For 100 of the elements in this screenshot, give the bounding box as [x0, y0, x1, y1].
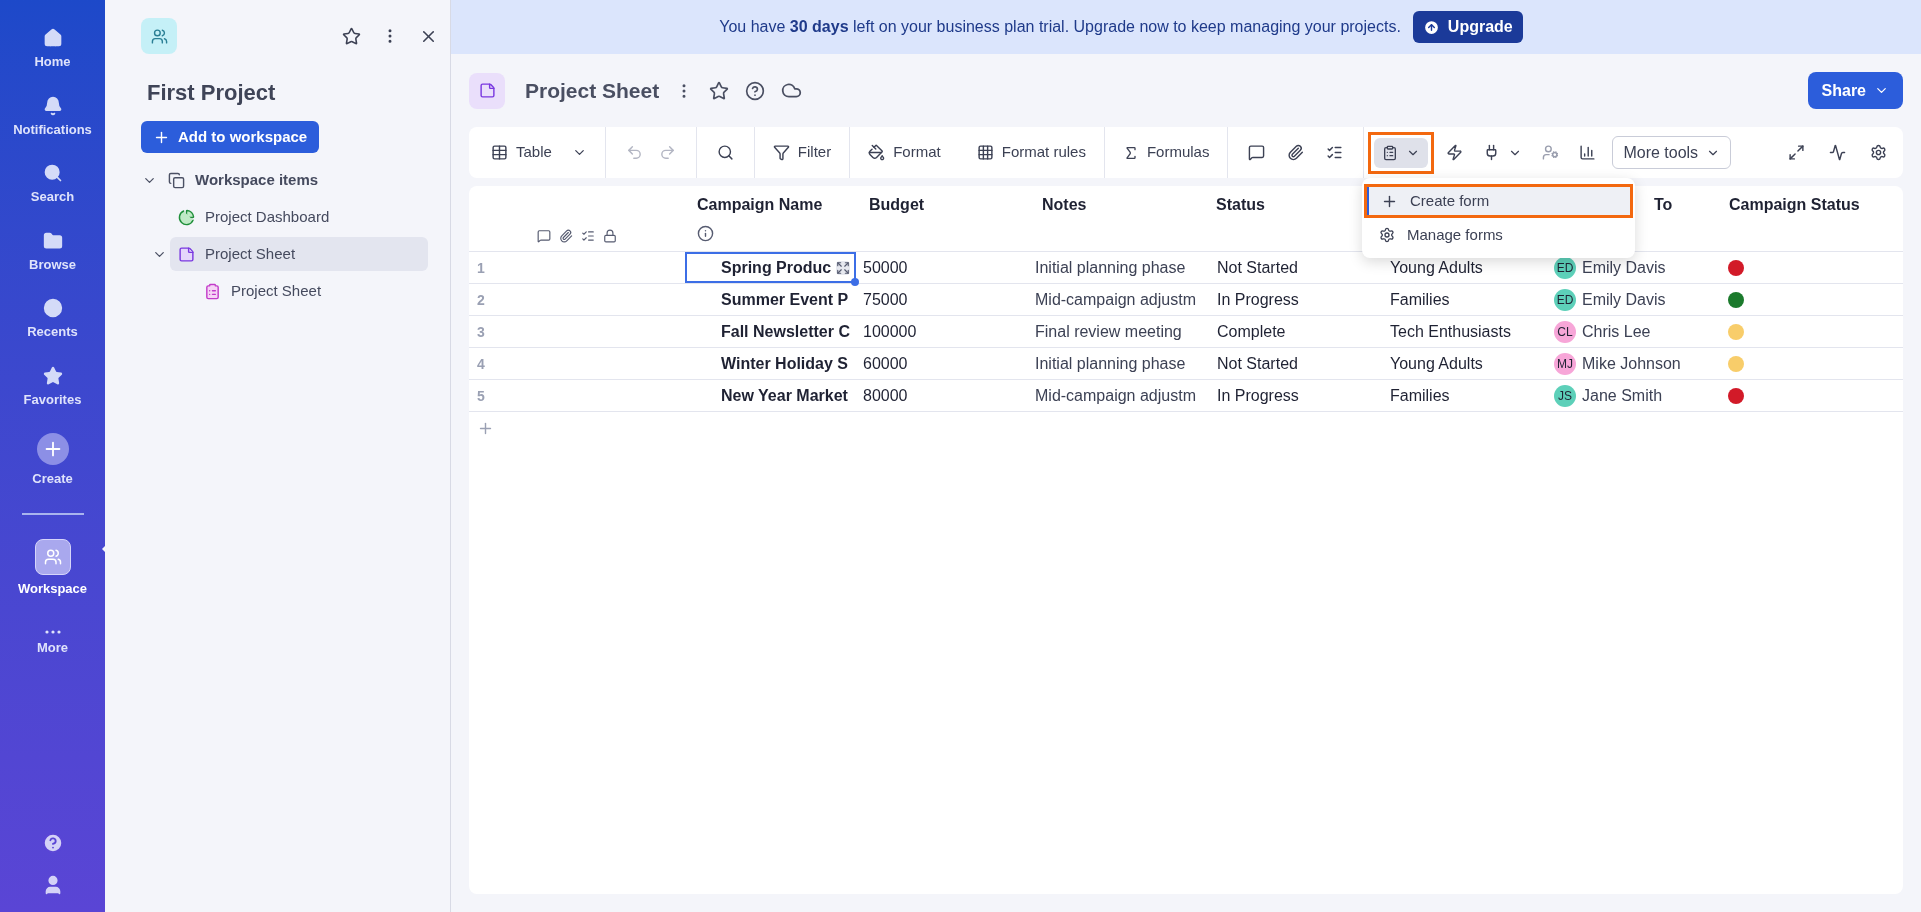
expand-icon[interactable]: [836, 261, 850, 275]
activity-icon[interactable]: [1829, 144, 1846, 161]
nav-item[interactable]: Browse: [4, 218, 101, 286]
sheet-icon: [469, 72, 505, 109]
clipboard-icon: [1382, 144, 1399, 161]
tree-item[interactable]: Project Sheet: [170, 237, 428, 271]
nav-item[interactable]: Create: [4, 421, 101, 501]
expand-icon[interactable]: [1788, 144, 1805, 161]
lightning-icon[interactable]: [1446, 144, 1464, 161]
table-cell: Mid-campaign adjustm: [1035, 290, 1196, 308]
paperclip-icon[interactable]: [1287, 144, 1305, 161]
info-icon[interactable]: [697, 225, 714, 242]
tree-item[interactable]: Project Dashboard: [170, 200, 428, 234]
table-cell[interactable]: New Year Market: [685, 380, 856, 411]
add-to-workspace-button[interactable]: Add to workspace: [141, 121, 320, 153]
column-header[interactable]: Status: [1216, 193, 1265, 217]
funnel-icon: [772, 144, 790, 161]
more-tools-dropdown[interactable]: More tools: [1612, 136, 1732, 169]
avatar: MJ: [1554, 352, 1576, 375]
share-button[interactable]: Share: [1807, 72, 1903, 109]
table-cell[interactable]: Summer Event P: [685, 284, 856, 315]
row-number: 4: [477, 355, 485, 372]
row-number: 5: [477, 387, 485, 404]
upgrade-button[interactable]: Upgrade: [1412, 11, 1523, 43]
pie-chart-icon: [178, 208, 195, 226]
comment-icon[interactable]: [1248, 144, 1266, 161]
format-button[interactable]: Format: [850, 135, 959, 170]
home-icon: [42, 28, 63, 48]
table-cell: 80000: [863, 386, 908, 404]
search-icon[interactable]: [716, 144, 734, 161]
plus-icon: [36, 433, 69, 465]
workspace-logo: [141, 18, 177, 54]
table-cell[interactable]: Winter Holiday S: [685, 348, 856, 379]
assignee-name: Mike Johnson: [1582, 353, 1681, 374]
paint-bucket-icon: [868, 144, 886, 161]
assignee-name: Chris Lee: [1582, 321, 1651, 342]
row-number: 2: [477, 291, 485, 308]
view-dropdown[interactable]: Table: [473, 135, 605, 170]
menu-item[interactable]: Create form: [1367, 187, 1630, 215]
table-icon: [491, 144, 508, 161]
nav-item[interactable]: Recents: [4, 286, 101, 354]
paperclip-icon: [559, 229, 573, 243]
table-cell: In Progress: [1217, 290, 1299, 308]
settings-icon[interactable]: [1870, 144, 1887, 161]
table-cell: Not Started: [1217, 354, 1298, 372]
help-icon[interactable]: [41, 832, 64, 854]
help-icon[interactable]: [745, 80, 766, 101]
table-cell[interactable]: Spring Produc: [685, 252, 856, 283]
nav-item[interactable]: Notifications: [4, 83, 101, 151]
sheet-title: Project Sheet: [525, 77, 660, 104]
row-number: 1: [477, 259, 485, 276]
table-cell: Not Started: [1217, 258, 1298, 276]
tree-item[interactable]: Project Sheet: [196, 274, 428, 308]
table-cell: Families: [1390, 290, 1450, 308]
avatar: CL: [1554, 320, 1576, 343]
avatar: ED: [1554, 256, 1576, 279]
project-title: First Project: [147, 79, 277, 107]
nav-item[interactable]: Favorites: [4, 353, 101, 421]
column-header[interactable]: Notes: [1042, 193, 1087, 217]
menu-item[interactable]: Manage forms: [1367, 221, 1630, 249]
nav-item[interactable]: More: [4, 610, 101, 678]
add-row-icon[interactable]: [477, 420, 494, 437]
star-icon[interactable]: [342, 26, 361, 46]
table-cell: In Progress: [1217, 386, 1299, 404]
table-cell: 100000: [863, 322, 917, 340]
assignee-name: Jane Smith: [1582, 385, 1663, 406]
checklist-icon[interactable]: [1326, 144, 1344, 161]
checklist-icon: [581, 229, 595, 243]
people-icon[interactable]: [1542, 144, 1560, 161]
column-header[interactable]: To: [1654, 193, 1673, 217]
formulas-button[interactable]: Formulas: [1104, 135, 1228, 170]
format-rules-button[interactable]: Format rules: [958, 135, 1104, 170]
chart-icon[interactable]: [1579, 144, 1597, 161]
table-cell: Tech Enthusiasts: [1390, 322, 1511, 340]
nav-item[interactable]: Home: [4, 16, 101, 84]
star-icon[interactable]: [709, 80, 730, 101]
table-cell: 75000: [863, 290, 908, 308]
forms-dropdown[interactable]: [1374, 137, 1429, 168]
copy-icon: [168, 171, 185, 189]
settings-icon: [1379, 227, 1395, 243]
nav-item[interactable]: Search: [4, 151, 101, 219]
table-cell: Young Adults: [1390, 354, 1483, 372]
table-cell: 50000: [863, 258, 908, 276]
more-icon: [44, 630, 61, 634]
table-cell: Final review meeting: [1035, 322, 1182, 340]
tree-item[interactable]: Workspace items: [160, 163, 428, 197]
fill-handle[interactable]: [851, 278, 859, 286]
table-cell: Complete: [1217, 322, 1286, 340]
table-cell: Initial planning phase: [1035, 258, 1186, 276]
clipboard-icon: [204, 282, 221, 300]
column-header[interactable]: Budget: [869, 193, 925, 217]
bell-icon: [42, 95, 63, 116]
filter-button[interactable]: Filter: [754, 135, 850, 170]
banner-text: You have 30 days left on your business plan trial. Upgrade now to keep managing your projects.: [719, 17, 1401, 37]
upload-icon: [1422, 18, 1440, 36]
column-header[interactable]: Campaign Name: [697, 193, 823, 217]
table-cell[interactable]: Fall Newsletter C: [685, 316, 856, 347]
table-cell: Initial planning phase: [1035, 354, 1186, 372]
avatar: ED: [1554, 288, 1576, 311]
column-header[interactable]: Campaign Status: [1729, 193, 1860, 217]
